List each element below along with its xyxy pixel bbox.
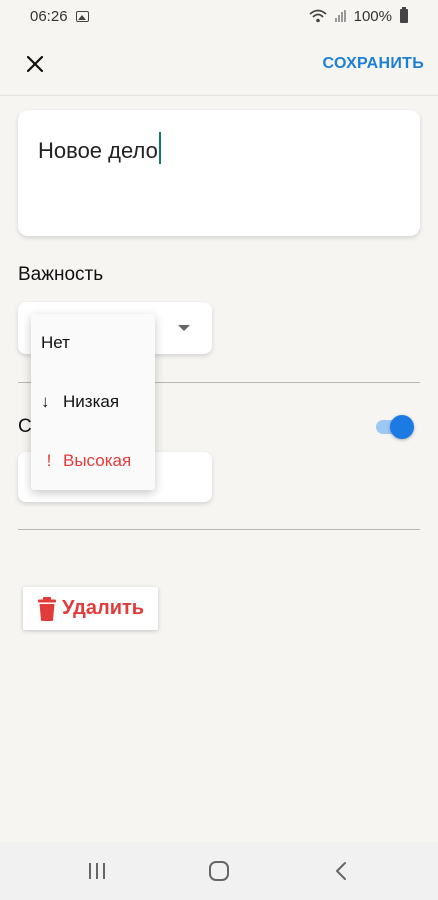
deadline-label: С <box>18 416 32 437</box>
menu-item-low[interactable]: ↓ Низкая <box>31 373 155 431</box>
signal-icon <box>334 10 346 22</box>
app-bar: СОХРАНИТЬ <box>0 32 438 96</box>
importance-label: Важность <box>18 264 104 285</box>
task-text-card[interactable]: Новое дело <box>18 110 420 236</box>
save-button[interactable]: СОХРАНИТЬ <box>322 55 424 73</box>
task-text-input[interactable]: Новое дело <box>38 138 158 163</box>
deadline-toggle[interactable] <box>374 415 414 439</box>
importance-dropdown-menu: Нет ↓ Низкая ! Высокая <box>31 314 155 490</box>
text-cursor <box>158 132 161 164</box>
exclamation-icon: ! <box>46 451 52 470</box>
toggle-thumb <box>390 415 414 439</box>
status-bar: 06:26 100% <box>0 0 438 32</box>
status-right: 100% <box>309 7 408 25</box>
battery-icon <box>400 7 408 23</box>
home-icon <box>209 861 229 881</box>
menu-item-label: Высокая <box>63 451 132 470</box>
delete-button[interactable]: Удалить <box>23 587 158 630</box>
battery-text: 100% <box>353 7 392 25</box>
menu-item-label: Низкая <box>63 392 120 411</box>
delete-label: Удалить <box>62 597 145 619</box>
system-nav-bar <box>0 842 438 900</box>
arrow-down-icon: ↓ <box>41 392 50 411</box>
close-button[interactable] <box>22 51 48 77</box>
close-icon <box>26 55 44 72</box>
recents-button[interactable] <box>77 851 117 891</box>
divider <box>18 529 420 530</box>
recents-icon <box>89 863 105 879</box>
back-button[interactable] <box>321 851 361 891</box>
status-time: 06:26 <box>30 7 68 25</box>
menu-item-none[interactable]: Нет <box>31 314 155 372</box>
status-left: 06:26 <box>30 8 89 25</box>
image-icon <box>75 10 89 22</box>
dropdown-arrow-icon <box>178 325 190 331</box>
menu-item-label: Нет <box>41 333 70 352</box>
wifi-icon <box>309 9 327 23</box>
back-icon <box>336 862 346 880</box>
menu-item-high[interactable]: ! Высокая <box>31 432 155 490</box>
trash-icon <box>38 596 56 621</box>
home-button[interactable] <box>199 851 239 891</box>
